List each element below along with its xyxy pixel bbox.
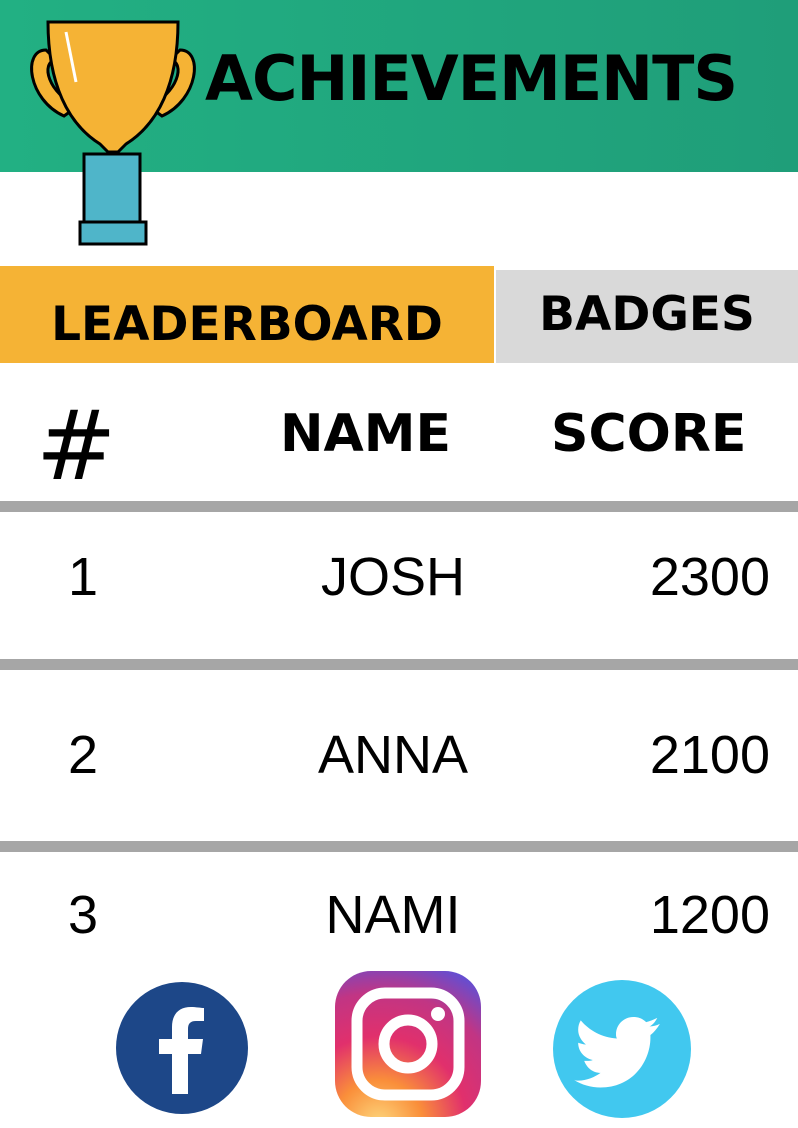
row-rank: 3 xyxy=(68,885,99,945)
page-title: ACHIEVEMENTS xyxy=(205,42,738,115)
row-score: 1200 xyxy=(649,885,770,945)
tab-badges-label: BADGES xyxy=(539,287,755,342)
header-divider xyxy=(0,501,798,512)
column-header-score: SCORE xyxy=(551,404,747,464)
row-divider xyxy=(0,659,798,670)
column-header-rank: # xyxy=(36,390,117,502)
tab-leaderboard[interactable]: LEADERBOARD xyxy=(0,266,494,363)
row-score: 2100 xyxy=(649,725,770,785)
row-name: NAMI xyxy=(325,885,461,945)
trophy-icon xyxy=(30,20,196,246)
facebook-icon[interactable] xyxy=(116,982,248,1114)
row-rank: 2 xyxy=(68,725,99,785)
row-divider xyxy=(0,841,798,852)
column-header-name: NAME xyxy=(280,404,452,464)
row-name: ANNA xyxy=(317,725,469,785)
twitter-icon[interactable] xyxy=(553,980,691,1118)
tab-badges[interactable]: BADGES xyxy=(496,270,798,363)
instagram-icon[interactable] xyxy=(335,971,481,1117)
tab-leaderboard-label: LEADERBOARD xyxy=(51,297,443,352)
row-name: JOSH xyxy=(320,547,466,607)
row-score: 2300 xyxy=(649,547,770,607)
row-rank: 1 xyxy=(68,547,99,607)
